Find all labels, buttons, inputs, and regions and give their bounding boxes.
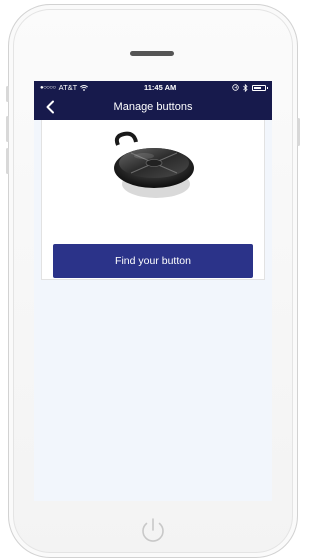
- battery-icon: [252, 84, 268, 91]
- location-icon: [232, 84, 239, 91]
- earpiece-speaker: [130, 51, 174, 56]
- volume-down-button: [6, 148, 9, 174]
- volume-up-button: [6, 116, 9, 142]
- signal-strength: ●○○○○: [40, 84, 56, 91]
- find-your-button-button[interactable]: Find your button: [53, 244, 253, 278]
- button-card: Find your button: [41, 120, 265, 280]
- status-time: 11:45 AM: [144, 83, 177, 92]
- bluetooth-icon: [243, 83, 248, 92]
- page-title: Manage buttons: [113, 101, 193, 113]
- sleep-button: [297, 118, 300, 146]
- carrier-label: AT&T: [58, 83, 78, 92]
- wifi-icon: [80, 84, 89, 91]
- app-screen: ●○○○○ AT&T 11:45 AM Manage buttons Find …: [34, 81, 272, 501]
- power-icon[interactable]: [136, 514, 170, 548]
- back-chevron-icon: [46, 100, 54, 114]
- mute-switch: [6, 86, 9, 102]
- button-device-image: [114, 131, 194, 198]
- status-bar: ●○○○○ AT&T 11:45 AM: [34, 81, 272, 94]
- back-button[interactable]: [40, 97, 60, 117]
- navigation-bar: Manage buttons: [34, 94, 272, 120]
